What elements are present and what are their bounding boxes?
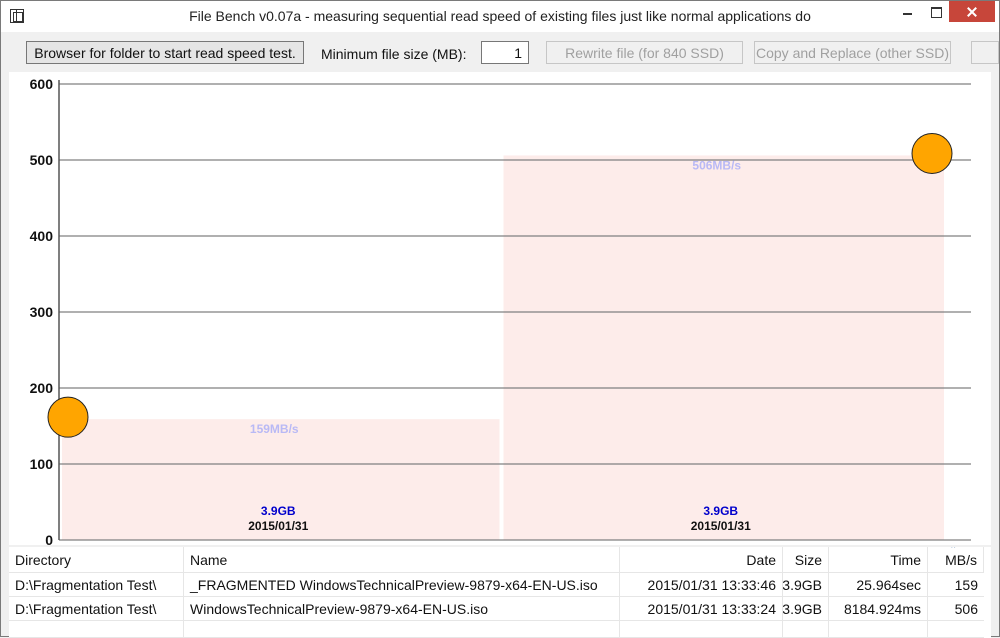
x-category-label: 2015/01/31 (691, 519, 751, 533)
column-header-date[interactable]: Date (620, 547, 783, 573)
window-title: File Bench v0.07a - measuring sequential… (189, 8, 811, 24)
cell-empty (9, 621, 184, 638)
column-header-size[interactable]: Size (783, 547, 829, 573)
table-row-empty (9, 621, 991, 638)
bar-size-label: 3.9GB (261, 504, 296, 518)
minimize-icon[interactable] (894, 1, 920, 22)
y-tick-label: 300 (30, 304, 54, 320)
cell-empty (184, 621, 620, 638)
title-bar[interactable]: File Bench v0.07a - measuring sequential… (1, 1, 999, 32)
table-header: Directory Name Date Size Time ⌃ MB/s (9, 547, 991, 573)
cell-empty (928, 621, 984, 638)
cell-empty (783, 621, 829, 638)
bar-value-label: 159MB/s (250, 422, 299, 436)
cell-directory: D:\Fragmentation Test\ (9, 573, 184, 597)
data-point-marker (47, 396, 89, 438)
rewrite-file-button[interactable]: Rewrite file (for 840 SSD) (546, 41, 743, 64)
cell-directory: D:\Fragmentation Test\ (9, 597, 184, 621)
y-tick-label: 600 (30, 76, 54, 92)
cell-size: 3.9GB (783, 597, 829, 621)
column-header-directory[interactable]: Directory (9, 547, 184, 573)
cell-date: 2015/01/31 13:33:46 (620, 573, 783, 597)
y-tick-label: 500 (30, 152, 54, 168)
sort-ascending-icon: ⌃ (949, 547, 957, 554)
read-speed-chart: 0 100 200 300 400 500 600 159MB/s 3.9GB 2015/01/3… (9, 72, 991, 545)
results-table: Directory Name Date Size Time ⌃ MB/s D:\F… (9, 547, 991, 638)
cell-time: 25.964sec (829, 573, 928, 597)
y-tick-label: 200 (30, 380, 54, 396)
column-header-mbs[interactable]: ⌃ MB/s (928, 547, 984, 573)
y-tick-label: 100 (30, 456, 54, 472)
column-header-name[interactable]: Name (184, 547, 620, 573)
copy-replace-button[interactable]: Copy and Replace (other SSD) (754, 41, 951, 64)
cell-date: 2015/01/31 13:33:24 (620, 597, 783, 621)
cell-name: _FRAGMENTED WindowsTechnicalPreview-9879… (184, 573, 620, 597)
cell-empty (829, 621, 928, 638)
min-file-size-input[interactable]: 1 (481, 41, 529, 64)
cell-mbs: 506 (928, 597, 984, 621)
y-tick-label: 0 (45, 532, 53, 545)
data-point-marker (911, 132, 953, 174)
maximize-icon[interactable] (923, 1, 949, 22)
chart-svg: 0100200300400500600159MB/s3.9GB2015/01/3… (30, 76, 971, 545)
min-file-size-label: Minimum file size (MB): (321, 46, 467, 62)
extra-button[interactable] (971, 41, 999, 64)
app-window: File Bench v0.07a - measuring sequential… (0, 0, 1000, 638)
bar-size-label: 3.9GB (703, 504, 738, 518)
table-row[interactable]: D:\Fragmentation Test\ WindowsTechnicalP… (9, 597, 991, 621)
chart-bar (503, 155, 944, 540)
x-category-label: 2015/01/31 (248, 519, 308, 533)
cell-time: 8184.924ms (829, 597, 928, 621)
cell-name: WindowsTechnicalPreview-9879-x64-EN-US.i… (184, 597, 620, 621)
table-row[interactable]: D:\Fragmentation Test\ _FRAGMENTED Windo… (9, 573, 991, 597)
cell-mbs: 159 (928, 573, 984, 597)
y-tick-label: 400 (30, 228, 54, 244)
column-header-time[interactable]: Time (829, 547, 928, 573)
toolbar: Browser for folder to start read speed t… (1, 32, 999, 72)
cell-size: 3.9GB (783, 573, 829, 597)
close-icon[interactable] (949, 1, 995, 22)
bar-value-label: 506MB/s (692, 158, 741, 172)
cell-empty (620, 621, 783, 638)
browse-folder-button[interactable]: Browser for folder to start read speed t… (26, 41, 304, 64)
